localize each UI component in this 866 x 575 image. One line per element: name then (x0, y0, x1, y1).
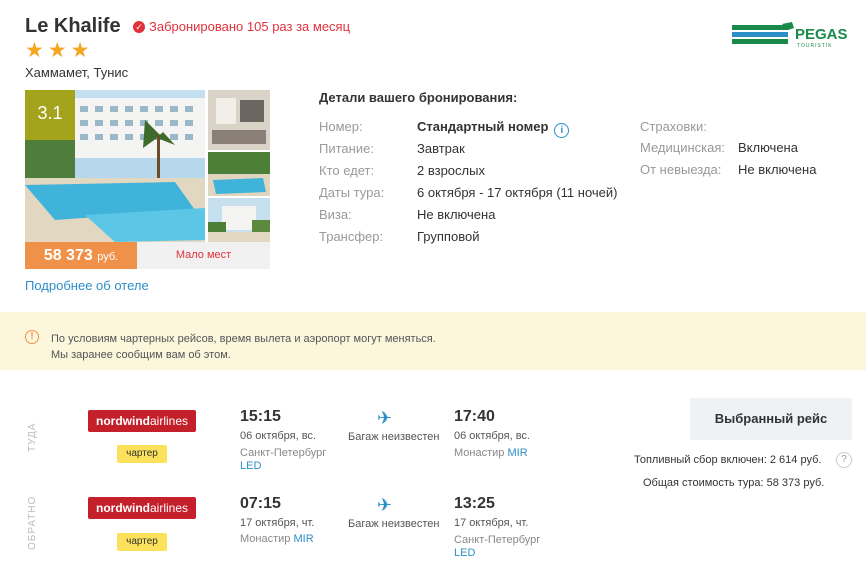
arrival-time: 17:40 (454, 408, 495, 425)
svg-text:TOURISTIK: TOURISTIK (797, 43, 833, 49)
insurance-label: Страховки: (640, 119, 707, 134)
notice-line: Мы заранее сообщим вам об этом. (51, 349, 231, 361)
arrival-date: 17 октября, чт. (454, 517, 529, 529)
hotel-photo-thumb[interactable] (208, 152, 270, 196)
check-icon: ✓ (133, 20, 145, 33)
detail-value: Стандартный номер (417, 119, 549, 134)
detail-label: Даты тура: (319, 185, 385, 200)
departure-airport[interactable]: LED (240, 460, 261, 472)
departure-city: Санкт-Петербург (240, 447, 327, 459)
detail-value: Не включена (417, 207, 496, 222)
notice-text: По условиям чартерных рейсов, время выле… (51, 331, 436, 363)
baggage-info: Багаж неизвестен (348, 431, 440, 443)
departure-date: 06 октября, вс. (240, 430, 316, 442)
total-value: 58 373 руб. (766, 477, 825, 489)
booked-text: Забронировано 105 раз за месяц (149, 19, 351, 34)
detail-value: 2 взрослых (417, 163, 485, 178)
seats-left-badge: Мало мест (137, 242, 270, 269)
help-icon[interactable]: ? (836, 452, 852, 468)
warning-icon: ! (25, 330, 39, 344)
airline-logo: nordwindairlines (88, 410, 196, 432)
notice-line: По условиям чартерных рейсов, время выле… (51, 333, 436, 345)
airline-name: nordwind (95, 501, 150, 515)
insurance-value: Не включена (738, 162, 817, 177)
departure-date: 17 октября, чт. (240, 517, 315, 529)
baggage-info: Багаж неизвестен (348, 518, 440, 530)
airline-name: nordwind (95, 414, 150, 428)
detail-value: Групповой (417, 229, 480, 244)
detail-label: Трансфер: (319, 229, 384, 244)
info-icon[interactable]: i (554, 123, 570, 138)
detail-row-room: Номер: (319, 119, 363, 134)
arrival-airport[interactable]: LED (454, 547, 475, 559)
price-value: 58 373 (43, 247, 93, 264)
airline-suffix: airlines (149, 501, 188, 515)
hotel-location: Хаммамет, Тунис (25, 65, 129, 80)
departure-airport[interactable]: MIR (293, 533, 313, 545)
arrival-time: 13:25 (454, 495, 495, 512)
detail-label: Питание: (319, 141, 374, 156)
fuel-label: Топливный сбор включен: (634, 454, 767, 466)
detail-value: Завтрак (417, 141, 465, 156)
arrival-airport[interactable]: MIR (507, 447, 527, 459)
hotel-name: Le Khalife (25, 15, 121, 37)
details-title: Детали вашего бронирования: (319, 90, 518, 105)
star-icon: ★ (25, 39, 44, 62)
hotel-details-link[interactable]: Подробнее об отеле (25, 278, 149, 293)
plane-icon: ✈ (377, 495, 393, 515)
booked-count: ✓ Забронировано 105 раз за месяц (133, 19, 350, 34)
insurance-label: От невыезда: (640, 162, 722, 177)
fuel-value: 2 614 руб. (769, 454, 822, 466)
departure-city: Монастир (240, 533, 291, 545)
airline-suffix: airlines (149, 414, 188, 428)
hotel-photo-thumb[interactable] (208, 198, 270, 242)
total-label: Общая стоимость тура: (643, 477, 764, 489)
direction-label: ТУДА (27, 422, 38, 452)
hotel-stars: ★ ★ ★ (25, 40, 89, 62)
departure-time: 07:15 (240, 495, 281, 512)
hotel-photo-thumb[interactable] (208, 90, 270, 150)
direction-label: ОБРАТНО (27, 495, 38, 550)
charter-badge: чартер (117, 445, 167, 463)
detail-label: Виза: (319, 207, 352, 222)
arrival-date: 06 октября, вс. (454, 430, 530, 442)
detail-label: Кто едет: (319, 163, 375, 178)
insurance-value: Включена (738, 140, 798, 155)
fuel-fee: Топливный сбор включен: 2 614 руб. (634, 454, 821, 466)
arrival-city-line: Монастир MIR (454, 447, 528, 460)
insurance-label: Медицинская: (640, 140, 726, 155)
svg-text:PEGAS: PEGAS (795, 26, 847, 43)
operator-logo: PEGAS TOURISTIK (732, 22, 848, 50)
total-cost: Общая стоимость тура: 58 373 руб. (643, 477, 824, 489)
hotel-price: 58 373 руб. (25, 242, 137, 269)
price-currency: руб. (97, 251, 119, 263)
detail-value-room: Стандартный номер i (417, 119, 570, 138)
charter-badge: чартер (117, 533, 167, 551)
selected-flight-button[interactable]: Выбранный рейс (690, 398, 852, 440)
departure-time: 15:15 (240, 408, 281, 425)
hotel-rating: 3.1 (25, 90, 75, 140)
departure-city-line: Монастир MIR (240, 533, 314, 546)
airline-logo: nordwindairlines (88, 497, 196, 519)
detail-value: 6 октября - 17 октября (11 ночей) (417, 185, 618, 200)
star-icon: ★ (47, 39, 67, 62)
arrival-city: Санкт-Петербург (454, 534, 541, 546)
star-icon: ★ (70, 39, 90, 62)
plane-icon: ✈ (377, 408, 393, 428)
arrival-city: Монастир (454, 447, 505, 459)
detail-label: Номер: (319, 119, 363, 134)
